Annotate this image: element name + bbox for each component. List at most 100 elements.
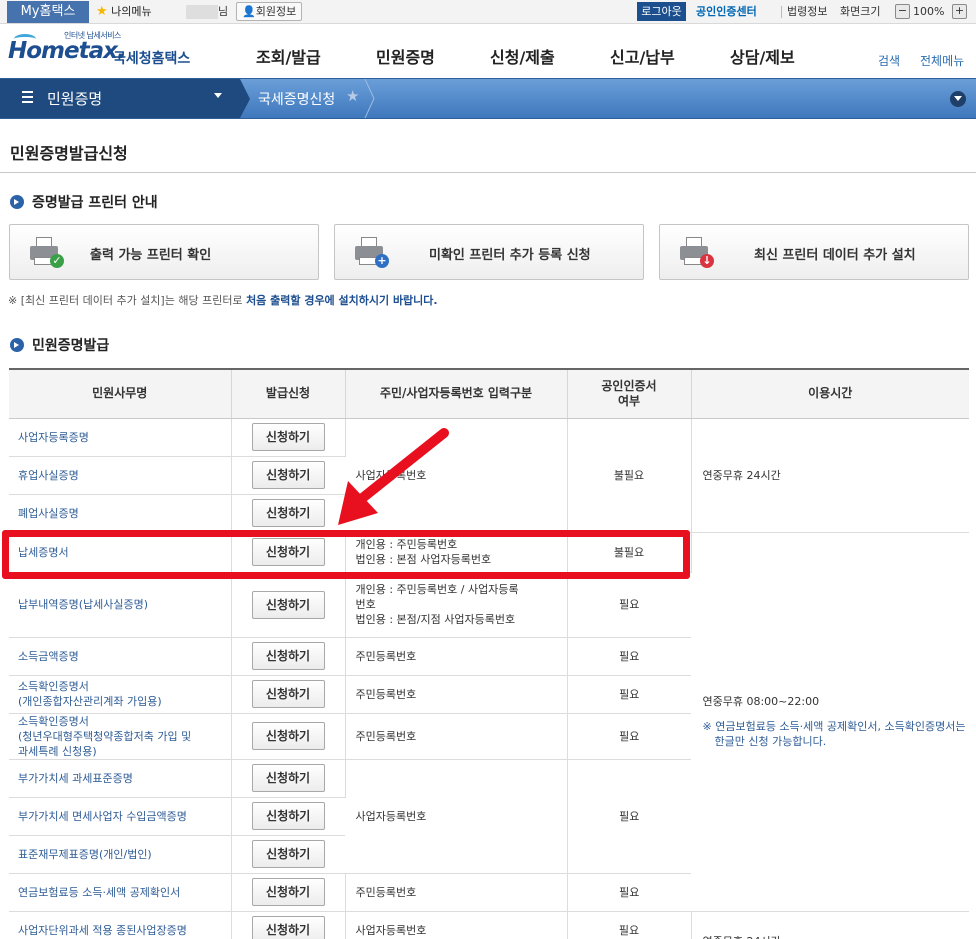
favorite-star-icon[interactable]: ★ (346, 87, 359, 105)
cert-name-link[interactable]: 부가가치세 면세사업자 수입금액증명 (9, 797, 232, 836)
check-printer-label: 출력 가능 프린터 확인 (90, 248, 212, 263)
hamburger-icon (22, 91, 33, 105)
username-redacted (186, 5, 218, 19)
zoom-value: 100% (913, 5, 945, 18)
install-printer-data-button[interactable]: ↓ 최신 프린터 데이터 추가 설치 (659, 224, 969, 280)
cert-center-link[interactable]: 공인인증센터 (696, 3, 757, 21)
printer-section-heading: 증명발급 프린터 안내 (10, 192, 158, 212)
top-utility-bar: My홈택스 ★ 나의메뉴 님 👤회원정보 로그아웃 공인인증센터 법령정보 화면… (0, 0, 976, 24)
cert-name-link[interactable]: 사업자등록증명 (9, 418, 232, 457)
apply-button[interactable]: 신청하기 (251, 840, 325, 868)
all-menu-link[interactable]: 전체메뉴 (920, 52, 964, 69)
title-divider (0, 172, 976, 173)
input-type: 사업자등록번호 (345, 759, 568, 874)
zoom-in-button[interactable]: + (952, 4, 967, 19)
input-type: 개인용 : 주민등록번호 / 사업자등록 번호 법인용 : 본점/지점 사업자등… (345, 572, 568, 638)
cert-name-link[interactable]: 폐업사실증명 (9, 494, 232, 533)
bullet-arrow-icon (10, 195, 24, 209)
member-info-label: 회원정보 (255, 5, 297, 18)
bullet-arrow-icon (10, 338, 24, 352)
cert-required: 필요 (567, 713, 691, 760)
service-hours: 연중무휴 24시간 (691, 418, 969, 533)
download-badge: ↓ (700, 254, 714, 268)
breadcrumb-main-menu[interactable]: 민원증명 (0, 79, 240, 118)
issue-section-heading: 민원증명발급 (10, 335, 109, 355)
member-info-button[interactable]: 👤회원정보 (236, 2, 303, 21)
apply-button[interactable]: 신청하기 (251, 764, 325, 792)
breadcrumb-separator-2 (364, 79, 375, 118)
myhometax-tab[interactable]: My홈택스 (7, 1, 89, 23)
printer-section-title: 증명발급 프린터 안내 (32, 195, 158, 211)
apply-button[interactable]: 신청하기 (251, 722, 325, 750)
nav-inquiry-issue[interactable]: 조회/발급 (256, 44, 321, 68)
divider (781, 6, 782, 18)
apply-button[interactable]: 신청하기 (251, 461, 325, 489)
table-row: 사업자등록증명 신청하기 사업자등록번호 불필요 연중무휴 24시간 (9, 418, 969, 533)
name-suffix: 님 (218, 5, 229, 18)
input-type: 주민등록번호 (345, 873, 568, 912)
cert-name-link[interactable]: 소득확인증명서 (청년우대형주택청약종합저축 가입 및 과세특례 신청용) (9, 713, 232, 760)
cert-name-link[interactable]: 부가가치세 과세표준증명 (9, 759, 232, 798)
apply-button[interactable]: 신청하기 (251, 499, 325, 527)
cert-name-link[interactable]: 납부내역증명(납세사실증명) (9, 572, 232, 638)
nav-application-submit[interactable]: 신청/제출 (490, 44, 555, 68)
logo-subtitle: 국세청홈택스 (113, 51, 191, 67)
screen-size-label: 화면크기 (840, 5, 881, 18)
cert-name-link[interactable]: 표준재무제표증명(개인/법인) (9, 835, 232, 874)
printer-notice: ※ [최신 프린터 데이터 추가 설치]는 해당 프린터로 처음 출력할 경우에… (8, 292, 438, 308)
check-printer-button[interactable]: ✓ 출력 가능 프린터 확인 (9, 224, 319, 280)
page-title: 민원증명발급신청 (10, 144, 128, 163)
apply-button[interactable]: 신청하기 (251, 878, 325, 906)
person-icon: 👤 (242, 5, 256, 18)
cert-required: 필요 (567, 759, 691, 874)
cert-name-link[interactable]: 소득금액증명 (9, 637, 232, 676)
breadcrumb-bar: 민원증명 국세증명신청 ★ (0, 78, 976, 119)
certificate-table: 민원사무명 발급신청 주민/사업자등록번호 입력구분 공인인증서 여부 이용시간… (9, 368, 969, 939)
issue-section-title: 민원증명발급 (32, 338, 110, 354)
check-badge: ✓ (50, 254, 64, 268)
nav-report-pay[interactable]: 신고/납부 (610, 44, 675, 68)
notice-bold: 처음 출력할 경우에 설치하시기 바랍니다. (246, 294, 438, 307)
breadcrumb-current[interactable]: 국세증명신청 (258, 89, 335, 109)
apply-button[interactable]: 신청하기 (251, 916, 325, 939)
col-header-apply: 발급신청 (231, 368, 346, 419)
col-header-input: 주민/사업자등록번호 입력구분 (345, 368, 568, 419)
col-header-cert: 공인인증서 여부 (567, 368, 692, 419)
cert-name-link[interactable]: 휴업사실증명 (9, 456, 232, 495)
cert-required: 불필요 (567, 418, 692, 533)
apply-button[interactable]: 신청하기 (251, 642, 325, 670)
search-link[interactable]: 검색 (878, 52, 900, 69)
table-header-row: 민원사무명 발급신청 주민/사업자등록번호 입력구분 공인인증서 여부 이용시간 (9, 368, 969, 419)
cert-name-link[interactable]: 연금보험료등 소득·세액 공제확인서 (9, 873, 232, 912)
service-hours-block: 연중무휴 08:00~22:00 ※ 연금보험료등 소득·세액 공제확인서, 소… (691, 532, 969, 912)
expand-down-icon[interactable] (950, 91, 966, 107)
nav-counsel-report[interactable]: 상담/제보 (730, 44, 795, 68)
law-info-link[interactable]: 법령정보 (787, 3, 827, 21)
cert-name-link[interactable]: 사업자단위과세 적용 종된사업장증명 (9, 911, 232, 939)
cert-required: 필요 (567, 873, 691, 912)
my-menu-link[interactable]: ★ 나의메뉴 (96, 3, 152, 21)
cert-name-link[interactable]: 소득확인증명서 (개인종합자산관리계좌 가입용) (9, 675, 232, 714)
caret-down-icon (214, 93, 222, 98)
notice-text: ※ [최신 프린터 데이터 추가 설치]는 해당 프린터로 (8, 294, 247, 307)
logo-wordmark: Hometax. (8, 38, 126, 64)
logout-button[interactable]: 로그아웃 (637, 2, 686, 21)
apply-button[interactable]: 신청하기 (251, 802, 325, 830)
highlight-box (2, 530, 690, 579)
input-type: 주민등록번호 (345, 675, 568, 714)
cert-required: 필요 (567, 911, 692, 939)
table-row: 사업자단위과세 적용 종된사업장증명 신청하기 사업자등록번호 필요 연중무휴 … (9, 911, 969, 939)
service-hours-note: ※ 연금보험료등 소득·세액 공제확인서, 소득확인증명서는 한글만 신청 가능… (702, 720, 966, 748)
nav-civil-certificate[interactable]: 민원증명 (376, 44, 435, 68)
printer-download-icon: ↓ (680, 237, 714, 269)
apply-button[interactable]: 신청하기 (251, 590, 325, 619)
printer-check-icon: ✓ (30, 237, 64, 269)
star-icon: ★ (96, 4, 108, 19)
hometax-logo[interactable]: 인터넷 납세서비스 Hometax. 국세청홈택스 (8, 30, 198, 74)
input-type: 주민등록번호 (345, 637, 568, 676)
register-printer-button[interactable]: + 미확인 프린터 추가 등록 신청 (334, 224, 644, 280)
apply-button[interactable]: 신청하기 (251, 423, 325, 451)
register-printer-label: 미확인 프린터 추가 등록 신청 (429, 248, 591, 263)
zoom-out-button[interactable]: − (895, 4, 910, 19)
apply-button[interactable]: 신청하기 (251, 680, 325, 708)
